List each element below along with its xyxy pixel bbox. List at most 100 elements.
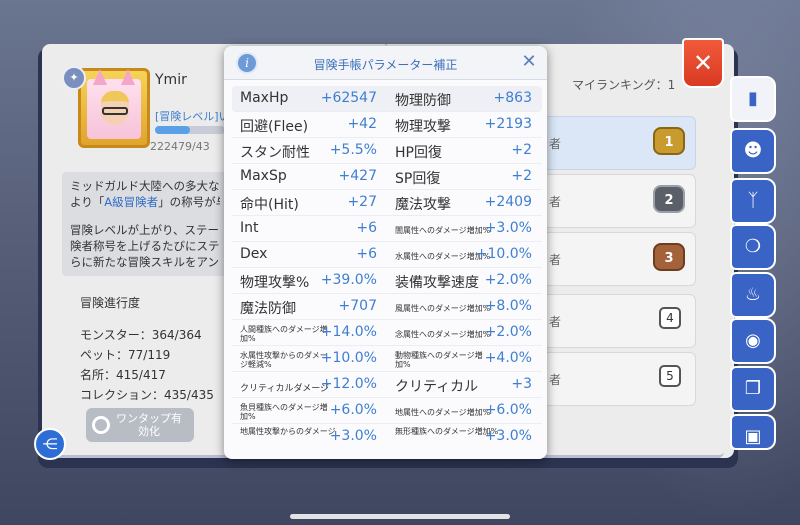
param-value: +39.0% <box>320 272 377 288</box>
description-line: らに新たな冒険スキルをアン <box>70 255 220 269</box>
param-value: +2.0% <box>484 324 532 340</box>
gold-rank-badge-icon: 1 <box>653 127 685 155</box>
adventure-level-label: [冒険レベル]い <box>155 110 230 123</box>
param-label: 装備攻撃速度 <box>395 275 479 291</box>
ranking-row-title: 者 <box>549 195 562 209</box>
ranking-row[interactable]: 者 1 <box>540 116 696 170</box>
param-label: 風属性へのダメージ増加% <box>395 304 491 313</box>
rank-title-highlight: A級冒険者 <box>104 195 159 209</box>
monster-progress: モンスター：364/364 <box>80 328 202 342</box>
guild-emblem-icon: ✦ <box>62 66 86 90</box>
param-label: 魚貝種族へのダメージ増加% <box>240 403 328 421</box>
param-value: +8.0% <box>484 298 532 314</box>
chef-hat-icon[interactable]: ♨ <box>730 272 776 318</box>
param-value: +42 <box>347 116 377 132</box>
table-row: クリティカルダメージ +12.0% クリティカル +3 <box>232 372 542 398</box>
horns-icon[interactable]: ᛉ <box>730 178 776 224</box>
one-tap-activate-button[interactable]: ワンタップ有 効化 <box>86 408 194 442</box>
table-row: 回避(Flee) +42 物理攻撃 +2193 <box>232 112 542 138</box>
close-book-button[interactable]: ✕ <box>682 38 724 88</box>
ranking-row-title: 者 <box>549 373 562 387</box>
param-label: 地属性攻撃からのダメージ <box>240 427 336 436</box>
monster-face-icon[interactable]: ☻ <box>730 128 776 174</box>
param-label: 物理攻撃 <box>395 119 451 135</box>
avatar[interactable] <box>78 68 150 148</box>
avatar-portrait <box>87 69 141 139</box>
table-row: 地属性攻撃からのダメージ +3.0% 無形種族へのダメージ増加% +3.0% <box>232 424 542 440</box>
description-line: ミッドガルド大陸への多大な <box>70 179 220 193</box>
table-row: Int +6 闇属性へのダメージ増加% +3.0% <box>232 216 542 242</box>
param-label: スタン耐性 <box>240 145 310 161</box>
exp-text: 222479/43 <box>150 140 210 153</box>
modal-header: i 冒険手帳パラメーター補正 ✕ <box>224 46 547 80</box>
param-value: +2 <box>511 168 532 184</box>
param-label: 念属性へのダメージ増加% <box>395 330 491 339</box>
one-tap-label-line1: ワンタップ有 <box>116 412 182 425</box>
glasses-icon <box>102 107 128 115</box>
param-label: MaxHp <box>240 90 289 106</box>
param-label: 闇属性へのダメージ増加% <box>395 226 491 235</box>
param-value: +2409 <box>484 194 532 210</box>
home-indicator[interactable] <box>290 514 510 519</box>
param-value: +3 <box>511 376 532 392</box>
description-text: 」の称号が与 <box>158 195 220 209</box>
param-value: +10.0% <box>320 350 377 366</box>
description-box: ミッドガルド大陸への多大な より「A級冒険者」の称号が与 冒険レベルが上がり、ス… <box>62 172 228 276</box>
param-label: 魔法攻撃 <box>395 197 451 213</box>
param-label: MaxSp <box>240 168 287 184</box>
progress-title: 冒険進行度 <box>80 296 141 310</box>
description-line: より「A級冒険者」の称号が与 <box>70 194 220 210</box>
param-value: +3.0% <box>484 220 532 236</box>
ranking-row-title: 者 <box>549 137 562 151</box>
param-value: +3.0% <box>484 428 532 440</box>
pet-icon[interactable]: ❍ <box>730 224 776 270</box>
table-row: スタン耐性 +5.5% HP回復 +2 <box>232 138 542 164</box>
param-label: 魔法防御 <box>240 301 296 317</box>
ranking-row[interactable]: 者 5 <box>540 352 696 406</box>
param-value: +2.0% <box>484 272 532 288</box>
table-row: 魚貝種族へのダメージ増加% +6.0% 地属性へのダメージ増加% +6.0% <box>232 398 542 424</box>
ranking-row[interactable]: 者 3 <box>540 232 696 286</box>
table-row: MaxSp +427 SP回復 +2 <box>232 164 542 190</box>
param-value: +6 <box>356 220 377 236</box>
description-line: 険者称号を上げるたびにステ <box>70 239 220 253</box>
book-icon[interactable]: ▮ <box>730 76 776 122</box>
param-label: クリティカル <box>395 379 479 395</box>
modal-title: 冒険手帳パラメーター補正 <box>313 58 458 72</box>
player-name: Ymir <box>155 72 187 88</box>
bronze-rank-badge-icon: 3 <box>653 243 685 271</box>
param-label: 無形種族へのダメージ増加% <box>395 427 499 436</box>
open-book-icon[interactable]: ❐ <box>730 366 776 412</box>
param-label: SP回復 <box>395 171 441 187</box>
param-value: +427 <box>338 168 377 184</box>
place-progress: 名所：415/417 <box>80 368 166 382</box>
param-label: 動物種族へのダメージ増加% <box>395 351 483 369</box>
ranking-row[interactable]: 者 2 <box>540 174 696 228</box>
parameter-grid: MaxHp +62547 物理防御 +863 回避(Flee) +42 物理攻撃 +21… <box>232 86 542 440</box>
param-label: クリティカルダメージ <box>240 384 330 394</box>
share-icon[interactable]: ⋲ <box>34 428 66 460</box>
param-label: Dex <box>240 246 268 262</box>
param-value: +6.0% <box>329 402 377 418</box>
param-value: +2193 <box>484 116 532 132</box>
level-progress-bar <box>155 126 225 134</box>
param-value: +707 <box>338 298 377 314</box>
param-label: 物理防御 <box>395 93 451 109</box>
cat-ear-left-icon <box>93 69 107 85</box>
silver-rank-badge-icon: 2 <box>653 185 685 213</box>
my-ranking: マイランキング：1 <box>572 78 676 92</box>
param-value: +5.5% <box>329 142 377 158</box>
cat-ear-right-icon <box>121 69 135 85</box>
rank-number: 5 <box>659 365 681 387</box>
param-value: +3.0% <box>329 428 377 440</box>
table-row: 物理攻撃% +39.0% 装備攻撃速度 +2.0% <box>232 268 542 294</box>
ranking-row[interactable]: 者 4 <box>540 294 696 348</box>
description-text: より「 <box>70 195 105 209</box>
parameter-modal: i 冒険手帳パラメーター補正 ✕ MaxHp +62547 物理防御 +863 回避… <box>224 46 547 459</box>
table-row: 命中(Hit) +27 魔法攻撃 +2409 <box>232 190 542 216</box>
param-label: 命中(Hit) <box>240 197 299 213</box>
close-icon[interactable]: ✕ <box>520 52 538 72</box>
card-icon[interactable]: ▣ <box>730 414 776 450</box>
param-label: Int <box>240 220 259 236</box>
location-icon[interactable]: ◉ <box>730 318 776 364</box>
